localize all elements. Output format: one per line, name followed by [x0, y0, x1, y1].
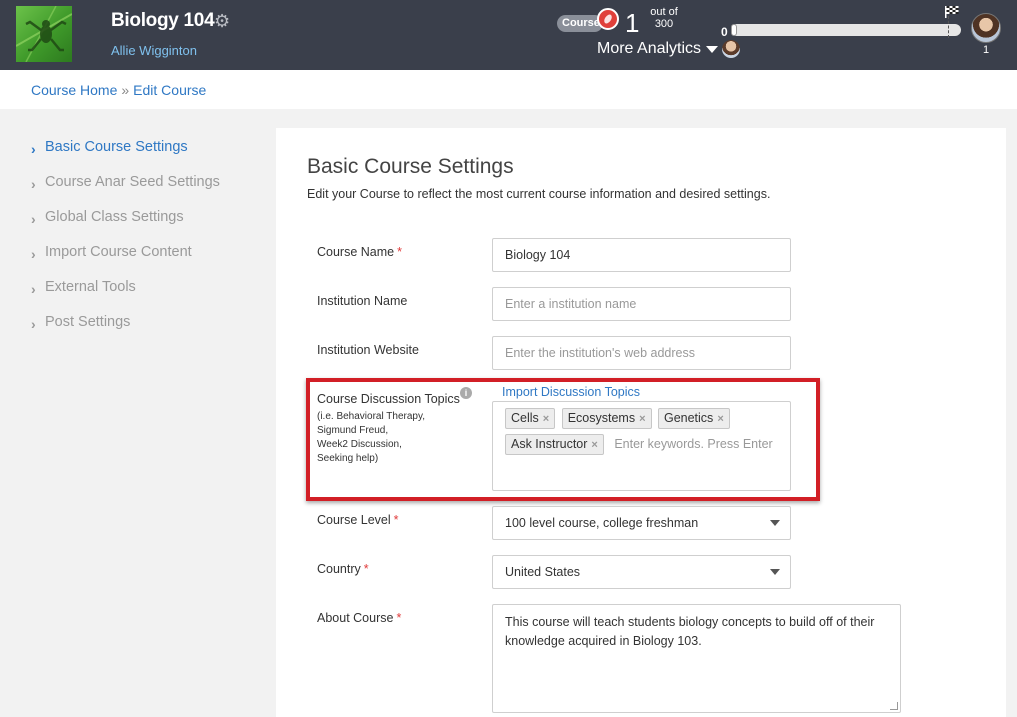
progress-marker [731, 24, 737, 36]
topic-tag: Ask Instructor × [505, 434, 604, 455]
import-discussion-topics-link[interactable]: Import Discussion Topics [502, 385, 640, 399]
chevron-right-icon: › [31, 211, 36, 227]
institution-name-label: Institution Name [317, 294, 408, 308]
required-marker: * [396, 611, 402, 625]
finish-line [948, 16, 949, 38]
remove-tag-icon[interactable]: × [591, 439, 597, 451]
institution-name-input[interactable]: Enter a institution name [492, 287, 791, 321]
hint-line: Seeking help) [317, 453, 379, 464]
discussion-topics-tag-input[interactable]: Cells × Ecosystems × Genetics × Ask Instruc… [492, 401, 791, 491]
sidebar-item-basic-course-settings[interactable]: › Basic Course Settings [31, 138, 220, 173]
country-label: Country * [317, 562, 369, 576]
sidebar-item-label: Post Settings [45, 314, 131, 330]
sidebar-item-external-tools[interactable]: › External Tools [31, 278, 220, 313]
hint-line: (i.e. Behavioral Therapy, [317, 411, 426, 422]
chevron-down-icon[interactable] [706, 46, 718, 53]
frog-leaf-image [16, 6, 72, 62]
hint-line: Sigmund Freud, [317, 425, 389, 436]
sidebar-item-label: External Tools [45, 279, 136, 295]
instructor-name[interactable]: Allie Wigginton [111, 43, 197, 58]
country-select[interactable]: United States [492, 555, 791, 589]
sidebar-item-post-settings[interactable]: › Post Settings [31, 313, 220, 348]
settings-sidebar: › Basic Course Settings › Course Anar Se… [31, 138, 220, 348]
sidebar-item-anar-seed-settings[interactable]: › Course Anar Seed Settings [31, 173, 220, 208]
progress-bar [731, 24, 961, 36]
chevron-right-icon: › [31, 246, 36, 262]
avatar [722, 40, 740, 58]
settings-panel: Basic Course Settings Edit your Course t… [276, 128, 1006, 717]
sidebar-item-import-course-content[interactable]: › Import Course Content [31, 243, 220, 278]
topic-keyword-input[interactable]: Enter keywords. Press Enter to add [614, 434, 776, 455]
breadcrumb-separator: » [121, 82, 130, 98]
sidebar-item-global-class-settings[interactable]: › Global Class Settings [31, 208, 220, 243]
course-name-input[interactable]: Biology 104 [492, 238, 791, 272]
about-course-text: This course will teach students biology … [505, 615, 875, 648]
breadcrumb-bar: Course Home» Edit Course [0, 70, 1017, 109]
topic-tag: Cells × [505, 408, 556, 429]
top-header: Biology 104 ⚙ Allie Wigginton Course 1 o… [0, 0, 1017, 70]
topic-tag: Ecosystems × [561, 408, 652, 429]
remove-tag-icon[interactable]: × [639, 413, 645, 425]
progress-start-label: 0 [721, 25, 728, 39]
out-of-total: out of 300 [648, 6, 680, 30]
sidebar-item-label: Import Course Content [45, 244, 192, 260]
seed-icon [597, 8, 619, 30]
course-thumbnail[interactable] [16, 6, 72, 62]
discussion-topics-hint: (i.e. Behavioral Therapy, Sigmund Freud,… [317, 410, 447, 466]
remove-tag-icon[interactable]: × [717, 413, 723, 425]
chevron-down-icon [770, 569, 780, 575]
course-title[interactable]: Biology 104 [111, 10, 215, 32]
about-course-textarea[interactable]: This course will teach students biology … [492, 604, 901, 713]
sidebar-item-label: Global Class Settings [45, 209, 184, 225]
resize-handle[interactable] [890, 702, 898, 710]
more-analytics-link[interactable]: More Analytics [597, 40, 701, 58]
course-level-value: 100 level course, college freshman [505, 516, 699, 530]
seed-count: 1 [625, 8, 640, 38]
hint-line: Week2 Discussion, [317, 439, 402, 450]
chevron-right-icon: › [31, 316, 36, 332]
discussion-topics-label: Course Discussion Topics [317, 392, 460, 406]
institution-website-input[interactable]: Enter the institution's web address [492, 336, 791, 370]
finish-flag-icon [945, 6, 959, 18]
breadcrumb-edit-course[interactable]: Edit Course [133, 82, 206, 98]
chevron-down-icon [770, 520, 780, 526]
user-count: 1 [983, 44, 990, 56]
chevron-right-icon: › [31, 176, 36, 192]
topic-tag: Genetics × [657, 408, 730, 429]
chevron-right-icon: › [31, 141, 36, 157]
chevron-right-icon: › [31, 281, 36, 297]
sidebar-item-label: Basic Course Settings [45, 139, 188, 155]
page-description: Edit your Course to reflect the most cur… [307, 187, 771, 201]
country-value: United States [505, 565, 581, 579]
breadcrumb: Course Home» Edit Course [31, 82, 206, 98]
remove-tag-icon[interactable]: × [543, 413, 549, 425]
about-course-label: About Course * [317, 611, 402, 625]
info-icon[interactable]: i [460, 387, 472, 399]
institution-website-label: Institution Website [317, 343, 419, 357]
course-level-label: Course Level * [317, 513, 399, 527]
user-avatar[interactable] [971, 13, 1001, 43]
required-marker: * [397, 245, 402, 259]
gear-icon[interactable]: ⚙ [214, 12, 232, 30]
out-of-number: 300 [654, 18, 674, 30]
course-name-label: Course Name * [317, 245, 402, 259]
sidebar-item-label: Course Anar Seed Settings [45, 174, 220, 190]
breadcrumb-course-home[interactable]: Course Home [31, 82, 117, 98]
page-title: Basic Course Settings [307, 155, 514, 178]
required-marker: * [363, 562, 369, 576]
out-of-label: out of [650, 6, 678, 18]
course-level-select[interactable]: 100 level course, college freshman [492, 506, 791, 540]
required-marker: * [393, 513, 399, 527]
